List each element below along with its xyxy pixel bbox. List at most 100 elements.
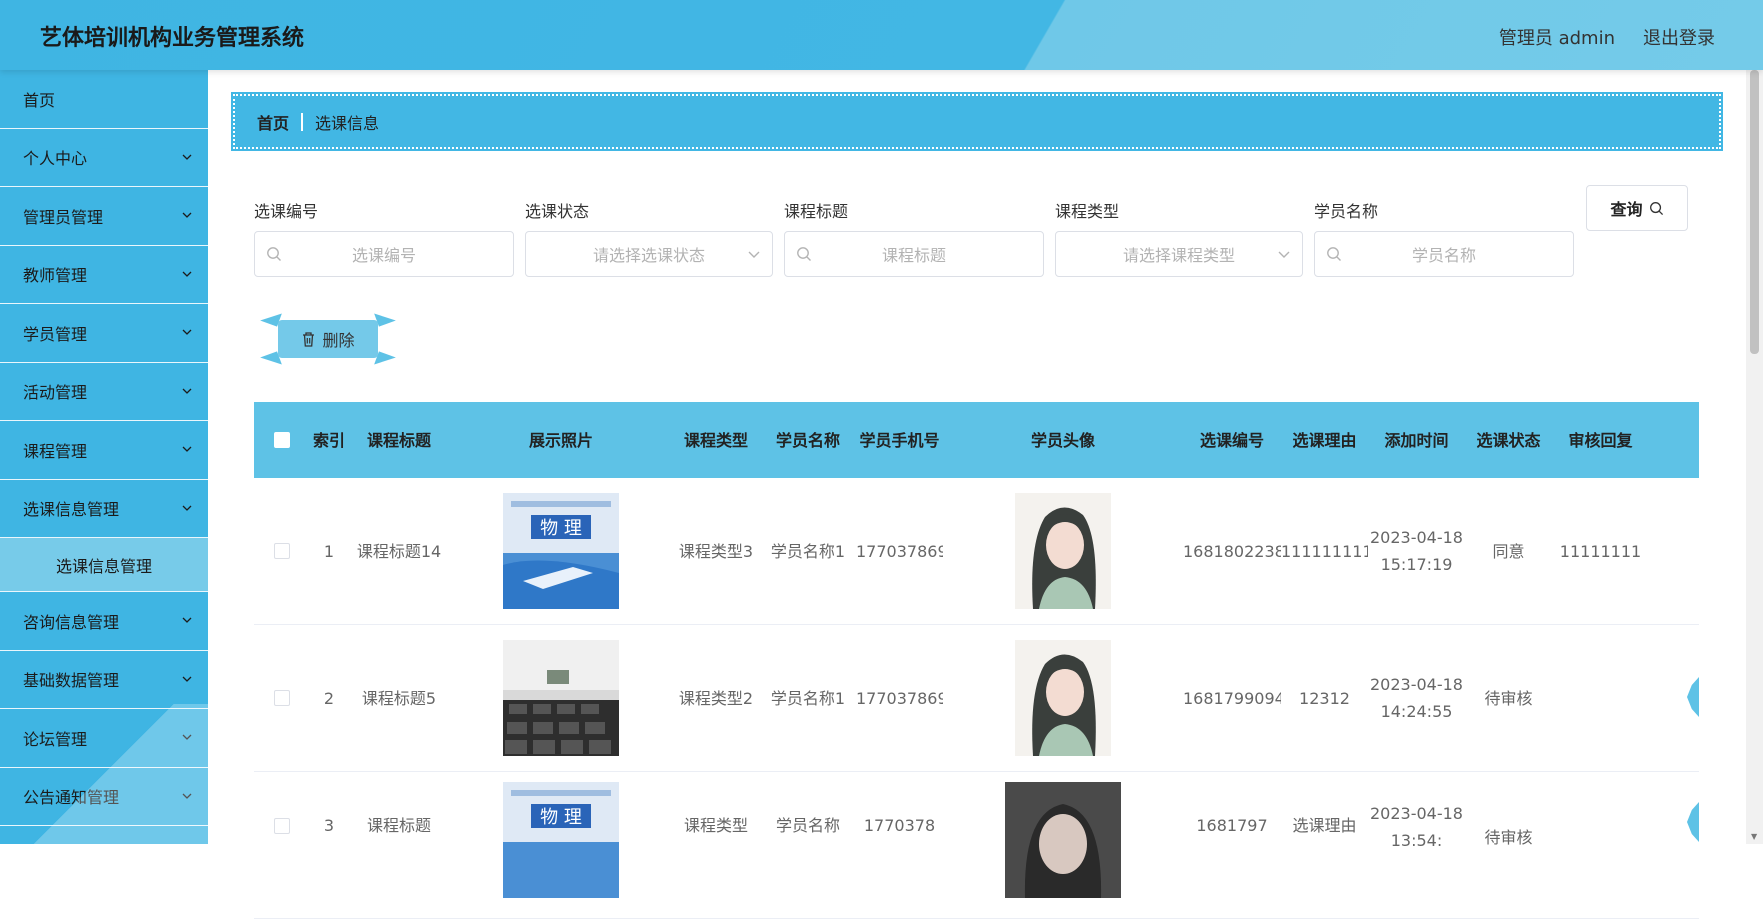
breadcrumb: 首页 选课信息 (231, 92, 1723, 151)
row-checkbox[interactable] (274, 543, 290, 559)
delete-button[interactable]: 删除 (278, 320, 378, 358)
cell-index: 2 (323, 688, 335, 708)
chevron-down-icon (182, 734, 192, 740)
sidebar-item-forum-management[interactable]: 论坛管理 (0, 709, 208, 768)
cell-status: 同意 (1492, 541, 1525, 561)
header-student-phone[interactable]: 学员手机号 (856, 427, 943, 454)
header-student-name[interactable]: 学员名称 (760, 427, 856, 454)
row-select-cell (254, 782, 310, 834)
header-course-type[interactable]: 课程类型 (672, 427, 760, 454)
sidebar-item-label: 基础数据管理 (23, 671, 120, 691)
sidebar-item-label: 首页 (23, 90, 56, 110)
sidebar-item-admin-management[interactable]: 管理员管理 (0, 187, 208, 246)
cell-review-reply: 11111111 (1559, 541, 1642, 561)
admin-user-label[interactable]: 管理员 admin (1499, 24, 1615, 50)
filter-label-course-type: 课程类型 (1055, 202, 1120, 221)
sidebar-item-course-management[interactable]: 课程管理 (0, 421, 208, 480)
filter-label-student-name: 学员名称 (1314, 202, 1379, 221)
course-type-select[interactable]: 请选择课程类型 (1055, 231, 1303, 277)
cell-student-phone: 17703786901 (856, 688, 943, 708)
header-enrollment-no[interactable]: 选课编号 (1183, 427, 1281, 454)
header-course-title[interactable]: 课程标题 (348, 427, 450, 454)
sidebar-item-consultation-management[interactable]: 咨询信息管理 (0, 592, 208, 651)
breadcrumb-current: 选课信息 (315, 113, 380, 133)
sidebar-item-teacher-management[interactable]: 教师管理 (0, 246, 208, 304)
sidebar-item-student-management[interactable]: 学员管理 (0, 304, 208, 363)
cell-status: 待审核 (1484, 688, 1533, 708)
header-photo[interactable]: 展示照片 (450, 427, 672, 454)
course-title-input[interactable]: 课程标题 (784, 231, 1044, 277)
cell-course-type: 课程类型2 (678, 688, 754, 708)
enrollment-status-select[interactable]: 请选择选课状态 (525, 231, 773, 277)
scrollbar-thumb[interactable] (1750, 70, 1759, 354)
row-checkbox[interactable] (274, 818, 290, 834)
sidebar-subitem-enrollment[interactable]: 选课信息管理 (0, 538, 208, 592)
row-checkbox[interactable] (274, 690, 290, 706)
cell-add-time: 2023-04-18 13:54: (1370, 804, 1463, 850)
student-avatar-image[interactable] (1015, 493, 1111, 609)
cell-enrollment-no: 1681799094789 (1183, 688, 1281, 708)
sidebar-item-label: 个人中心 (23, 149, 88, 169)
row-action-tab[interactable] (1687, 677, 1699, 717)
cell-reason: 选课理由 (1292, 816, 1357, 835)
table-row[interactable]: 3 课程标题 物 理 课程类型 学员名称 1770378 1681797 选课理… (254, 772, 1699, 919)
header-user-area: 管理员 admin 退出登录 (1499, 24, 1715, 50)
cell-index: 3 (323, 816, 335, 835)
page-scrollbar[interactable]: ▼ (1746, 70, 1763, 844)
cell-reason: 1111111111... (1281, 541, 1368, 561)
sidebar-item-basic-data-management[interactable]: 基础数据管理 (0, 651, 208, 709)
cell-student-name: 学员名称1 (770, 688, 846, 708)
select-all-checkbox[interactable] (274, 432, 290, 448)
physics-book-cover-image[interactable]: 物 理 (503, 493, 619, 609)
student-name-input[interactable]: 学员名称 (1314, 231, 1574, 277)
enrollment-status-placeholder: 请选择选课状态 (592, 246, 705, 265)
row-action-tab[interactable] (1687, 802, 1699, 842)
header-review-reply[interactable]: 审核回复 (1552, 427, 1649, 454)
chevron-down-icon (182, 446, 192, 452)
cell-add-time: 2023-04-18 14:24:55 (1370, 675, 1463, 721)
chevron-down-icon (182, 505, 192, 511)
student-avatar-image[interactable] (1015, 640, 1111, 756)
search-icon (1649, 201, 1663, 215)
search-icon (785, 246, 823, 262)
header-student-avatar[interactable]: 学员头像 (943, 427, 1183, 454)
cell-course-type: 课程类型3 (678, 541, 754, 561)
logout-link[interactable]: 退出登录 (1643, 24, 1715, 50)
course-type-placeholder: 请选择课程类型 (1122, 246, 1235, 265)
header-reason[interactable]: 选课理由 (1281, 427, 1368, 454)
chevron-down-icon (182, 329, 192, 335)
enrollment-no-input[interactable]: 选课编号 (254, 231, 514, 277)
query-button[interactable]: 查询 (1586, 185, 1688, 231)
svg-text:物 理: 物 理 (540, 807, 582, 828)
sidebar-item-activity-management[interactable]: 活动管理 (0, 363, 208, 421)
scroll-down-arrow-icon[interactable]: ▼ (1751, 832, 1757, 841)
header-add-time[interactable]: 添加时间 (1368, 427, 1465, 454)
svg-text:物 理: 物 理 (540, 518, 582, 539)
sidebar-item-home[interactable]: 首页 (0, 70, 208, 129)
sidebar-item-label: 公告通知管理 (23, 788, 120, 808)
table-row[interactable]: 1 课程标题14 物 理 课程类型3 学员名称1 17703786901 168… (254, 478, 1699, 625)
sidebar-item-notice-management[interactable]: 公告通知管理 (0, 768, 208, 826)
cell-course-type: 课程类型 (683, 816, 748, 835)
cell-student-phone: 17703786901 (856, 541, 943, 561)
table-row[interactable]: 2 课程标题5 课程类型2 学员名称1 17703786901 16817990… (254, 625, 1699, 772)
header-index[interactable]: 索引 (310, 427, 348, 454)
cell-photo: 物 理 (450, 493, 672, 609)
breadcrumb-home[interactable]: 首页 (257, 110, 289, 134)
search-icon (255, 246, 293, 262)
physics-book-cover-image[interactable]: 物 理 (503, 782, 619, 898)
course-title-placeholder: 课程标题 (881, 246, 946, 265)
row-select-cell (254, 543, 310, 559)
cell-course-title: 课程标题 (366, 816, 431, 835)
student-avatar-image[interactable] (1005, 782, 1121, 898)
search-icon (1315, 246, 1353, 262)
classroom-photo-image[interactable] (503, 640, 619, 756)
sidebar-item-enrollment-management[interactable]: 选课信息管理 (0, 480, 208, 538)
enrollment-table: 索引 课程标题 展示照片 课程类型 学员名称 学员手机号 学员头像 选课编号 选… (254, 402, 1699, 919)
cell-photo (450, 640, 672, 756)
header-status[interactable]: 选课状态 (1465, 427, 1552, 454)
table-header-row: 索引 课程标题 展示照片 课程类型 学员名称 学员手机号 学员头像 选课编号 选… (254, 402, 1699, 478)
filter-label-course-title: 课程标题 (784, 202, 849, 221)
enrollment-no-placeholder: 选课编号 (351, 246, 416, 265)
sidebar-item-personal-center[interactable]: 个人中心 (0, 129, 208, 187)
